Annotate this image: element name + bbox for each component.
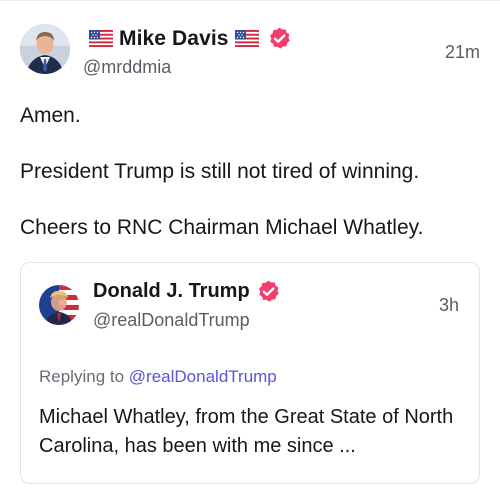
verified-badge-icon: [267, 26, 292, 51]
post-body: Amen. President Trump is still not tired…: [20, 103, 480, 271]
quoted-avatar[interactable]: [39, 285, 79, 325]
post-timestamp[interactable]: 21m: [445, 42, 480, 63]
replying-to-line: Replying to @realDonaldTrump: [39, 367, 277, 387]
replying-to-mention-link[interactable]: @realDonaldTrump: [129, 367, 277, 386]
quoted-post-card[interactable]: Donald J. Trump @realDonaldTrump 3h Repl…: [20, 262, 480, 484]
post-paragraph: Cheers to RNC Chairman Michael Whatley.: [20, 216, 424, 239]
quoted-author-handle[interactable]: @realDonaldTrump: [93, 310, 250, 331]
post-paragraph: President Trump is still not tired of wi…: [20, 160, 420, 183]
author-handle[interactable]: @mrddmia: [83, 57, 171, 78]
replying-to-label: Replying to: [39, 367, 125, 386]
post-header: Mike Davis @mrddmia 21m: [20, 24, 480, 80]
quoted-timestamp[interactable]: 3h: [439, 295, 459, 316]
author-display-name[interactable]: Mike Davis: [119, 27, 229, 51]
verified-badge-icon: [256, 279, 281, 304]
us-flag-icon: [89, 30, 113, 47]
us-flag-icon: [234, 30, 259, 47]
quoted-author-display-name[interactable]: Donald J. Trump: [93, 280, 250, 303]
post-card[interactable]: Mike Davis @mrddmia 21m Amen. President …: [0, 0, 500, 497]
quoted-author-name-row: Donald J. Trump: [93, 279, 281, 304]
avatar[interactable]: [20, 24, 70, 74]
author-name-row: Mike Davis: [83, 26, 292, 51]
quoted-post-text: Michael Whatley, from the Great State of…: [39, 406, 454, 457]
post-paragraph: Amen.: [20, 104, 81, 127]
